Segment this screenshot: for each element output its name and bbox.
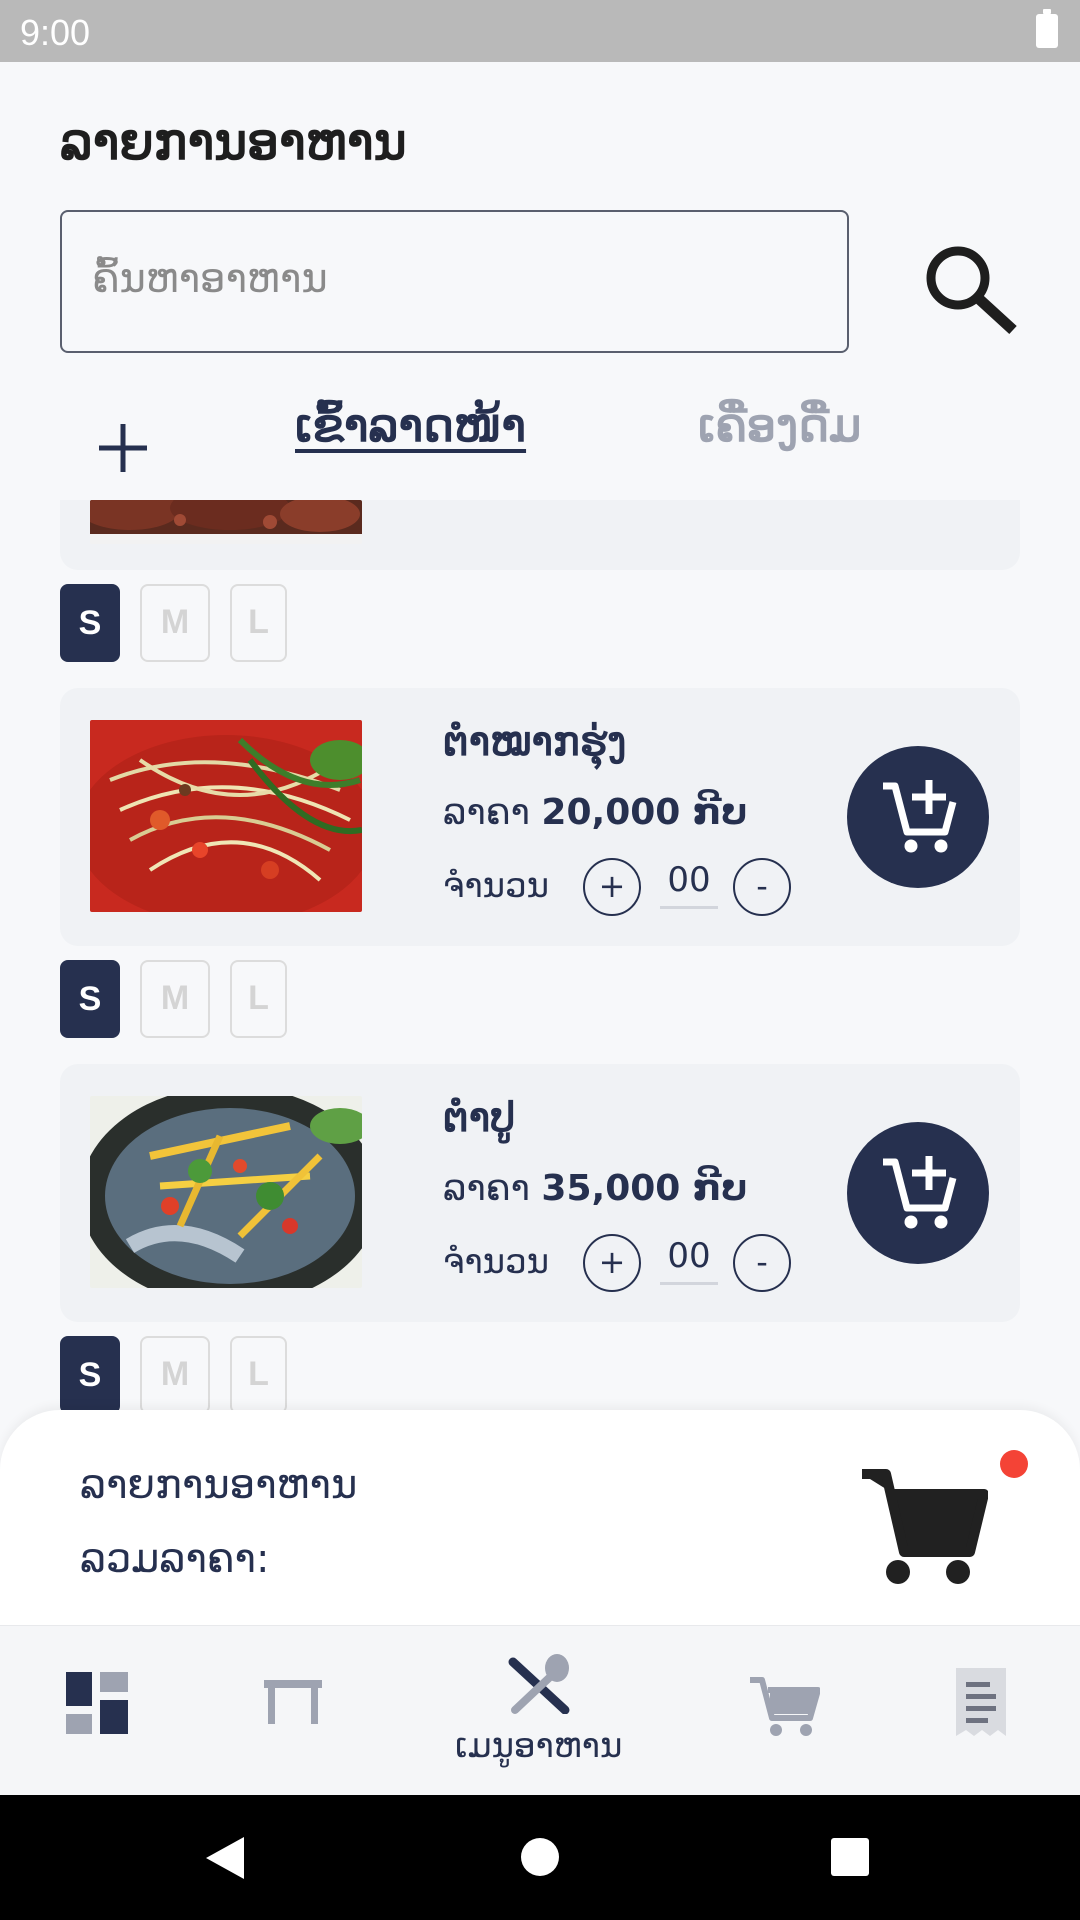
size-m-button[interactable]: M	[140, 960, 210, 1038]
system-nav-bar	[0, 1795, 1080, 1920]
item-name: ຕໍາປູ	[443, 1094, 516, 1141]
size-selector: S M L	[60, 1336, 360, 1414]
nav-menu-label[interactable]: ເມນູອາຫານ	[455, 1726, 622, 1766]
cart-nav-icon[interactable]	[748, 1674, 820, 1738]
size-l-button[interactable]: L	[230, 1336, 287, 1414]
price-label: ລາຄາ	[443, 1168, 530, 1209]
increment-button[interactable]: +	[583, 858, 641, 916]
increment-button[interactable]: +	[583, 1234, 641, 1292]
size-s-button[interactable]: S	[60, 584, 120, 662]
size-m-button[interactable]: M	[140, 584, 210, 662]
size-selector: S M L	[60, 584, 360, 662]
tab-drinks[interactable]: ເຄື່ອງດື່ມ	[698, 398, 861, 452]
home-icon[interactable]	[520, 1837, 560, 1877]
add-icon[interactable]	[95, 420, 151, 476]
size-l-button[interactable]: L	[230, 584, 287, 662]
decrement-button[interactable]: -	[733, 858, 791, 916]
quantity-label: ຈໍານວນ	[443, 1242, 549, 1282]
menu-icon[interactable]	[505, 1654, 573, 1714]
price-label: ລາຄາ	[443, 792, 530, 833]
price-value: 20,000 ກີບ	[541, 792, 748, 833]
bottom-nav: ເມນູອາຫານ	[0, 1625, 1080, 1795]
cart-badge	[1000, 1450, 1028, 1478]
quantity-label: ຈໍານວນ	[443, 866, 549, 906]
quantity-stepper: ຈໍານວນ + 00 -	[443, 858, 823, 918]
add-to-cart-icon	[883, 780, 957, 853]
size-s-button[interactable]: S	[60, 1336, 120, 1414]
tab-appetizers[interactable]: ເຂົ້າລາດໜ້າ	[295, 398, 526, 452]
food-image	[90, 720, 362, 912]
size-l-button[interactable]: L	[230, 960, 287, 1038]
size-m-button[interactable]: M	[140, 1336, 210, 1414]
cart-total-label: ລວມລາຄາ:	[80, 1536, 270, 1582]
food-card-partial	[60, 500, 1020, 570]
status-bar: 9:00	[0, 0, 1080, 62]
food-card: ຕໍາໝາກຮຸ່ງ ລາຄາ 20,000 ກີບ ຈໍານວນ + 00 -	[60, 688, 1020, 946]
battery-icon	[1036, 9, 1058, 48]
item-price: ລາຄາ 35,000 ກີບ	[443, 1168, 747, 1209]
quantity-value[interactable]: 00	[660, 860, 718, 909]
quantity-stepper: ຈໍານວນ + 00 -	[443, 1234, 823, 1294]
table-icon[interactable]	[262, 1678, 324, 1726]
size-s-button[interactable]: S	[60, 960, 120, 1038]
quantity-value[interactable]: 00	[660, 1236, 718, 1285]
decrement-button[interactable]: -	[733, 1234, 791, 1292]
back-icon[interactable]	[204, 1835, 246, 1881]
receipt-icon[interactable]	[954, 1666, 1008, 1738]
item-name: ຕໍາໝາກຮຸ່ງ	[443, 718, 627, 765]
status-time: 9:00	[20, 12, 91, 53]
size-selector: S M L	[60, 960, 360, 1038]
add-to-cart-button[interactable]	[847, 1122, 989, 1264]
food-list[interactable]: S M L ຕໍາໝາກຮຸ່ງ ລາຄາ 20,000 ກີບ ຈໍານວນ …	[0, 500, 1080, 1420]
food-image	[90, 500, 362, 544]
cart-items-label: ລາຍການອາຫານ	[80, 1462, 358, 1508]
search-input[interactable]: ຄົ້ນຫາອາຫານ	[60, 210, 849, 353]
recents-icon[interactable]	[830, 1837, 870, 1877]
search-icon[interactable]	[920, 240, 1020, 340]
dashboard-icon[interactable]	[66, 1672, 128, 1734]
item-price: ລາຄາ 20,000 ກີບ	[443, 792, 747, 833]
cart-icon[interactable]	[858, 1460, 988, 1590]
add-to-cart-button[interactable]	[847, 746, 989, 888]
page-title: ລາຍການອາຫານ	[60, 112, 407, 171]
cart-summary[interactable]: ລາຍການອາຫານ ລວມລາຄາ:	[0, 1410, 1080, 1625]
food-card: ຕໍາປູ ລາຄາ 35,000 ກີບ ຈໍານວນ + 00 -	[60, 1064, 1020, 1322]
add-to-cart-icon	[883, 1156, 957, 1229]
food-image	[90, 1096, 362, 1288]
search-placeholder: ຄົ້ນຫາອາຫານ	[92, 256, 328, 302]
price-value: 35,000 ກີບ	[541, 1168, 748, 1209]
